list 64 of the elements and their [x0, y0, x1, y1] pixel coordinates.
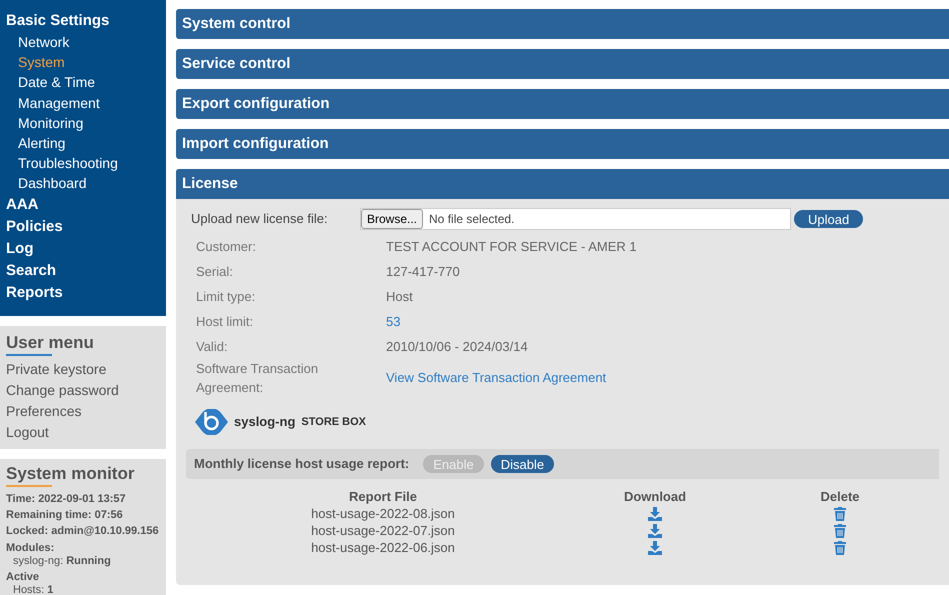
field-value: 127-417-770	[386, 262, 460, 281]
download-icon[interactable]	[648, 540, 662, 554]
table-cell-text: host-usage-2022-06.json	[310, 539, 456, 556]
file-status: No file selected.	[429, 211, 514, 228]
column-header: Delete	[819, 488, 861, 505]
nav-item[interactable]: Dashboard	[6, 173, 160, 194]
nav-group[interactable]: Log	[6, 238, 160, 260]
section-header[interactable]: Import configuration	[176, 129, 949, 159]
nav-group[interactable]: Policies	[6, 216, 160, 238]
monitor-line: Remaining time: 07:56	[6, 508, 123, 523]
logo-text: syslog-ng	[234, 413, 296, 432]
user-menu-item[interactable]: Change password	[6, 380, 119, 401]
user-menu-item[interactable]: Private keystore	[6, 358, 106, 380]
field-label: Software Transaction Agreement:	[196, 360, 320, 397]
logo-text: STORE BOX	[301, 414, 366, 430]
monitor-heading: Modules:	[6, 542, 54, 555]
browse-button[interactable]: Browse...	[361, 209, 424, 229]
logo-icon	[195, 409, 228, 435]
table-cell-text: host-usage-2022-08.json	[310, 505, 456, 522]
nav-item[interactable]: Troubleshooting	[6, 153, 160, 174]
trash-icon[interactable]	[834, 506, 846, 520]
monitor-line: Time: 2022-09-01 13:57	[6, 492, 126, 507]
toggle-button[interactable]: Disable	[490, 455, 554, 473]
nav-item[interactable]: Alerting	[6, 133, 160, 154]
nav-group[interactable]: Reports	[6, 282, 160, 304]
column-header: Report File	[348, 488, 418, 505]
field-value: Host	[386, 288, 413, 306]
field-label: Host limit:	[196, 313, 254, 331]
nav-group[interactable]: Search	[6, 260, 160, 282]
section-header[interactable]: System control	[176, 9, 949, 39]
nav-item[interactable]: System	[6, 52, 160, 72]
upload-button[interactable]: Upload	[794, 210, 864, 228]
section-header[interactable]: License	[176, 169, 949, 199]
monitor-line: Locked: admin@10.10.99.156	[6, 524, 159, 539]
trash-icon[interactable]	[834, 524, 846, 538]
user-menu-item[interactable]: Logout	[6, 422, 49, 443]
nav-item[interactable]: Date & Time	[6, 72, 160, 93]
table-cell-text: host-usage-2022-07.json	[310, 522, 456, 539]
monitor-heading: Active	[6, 570, 40, 584]
file-input[interactable]: Browse... No file selected.	[360, 208, 791, 230]
column-header: Download	[622, 488, 688, 505]
nav-group[interactable]: AAA	[6, 194, 160, 216]
panel-title: System monitor	[6, 462, 134, 485]
field-label: Customer:	[196, 238, 257, 256]
monitor-line: syslog-ng: Running	[12, 554, 111, 568]
section-header[interactable]: Service control	[176, 49, 949, 79]
field-value: 2010/10/06 - 2024/03/14	[386, 338, 528, 356]
user-menu-item[interactable]: Preferences	[6, 400, 82, 422]
monitor-line: Hosts: 1	[12, 584, 54, 595]
upload-label: Upload new license file:	[191, 210, 329, 228]
report-label: Monthly license host usage report:	[194, 455, 410, 474]
field-label: Valid:	[196, 338, 229, 356]
nav-group[interactable]: Basic Settings	[6, 10, 160, 32]
field-value: TEST ACCOUNT FOR SERVICE - AMER 1	[386, 238, 637, 256]
field-label: Limit type:	[196, 288, 256, 306]
download-icon[interactable]	[648, 524, 662, 538]
nav-item[interactable]: Monitoring	[6, 112, 160, 134]
download-icon[interactable]	[648, 506, 662, 520]
trash-icon[interactable]	[834, 540, 846, 554]
section-header[interactable]: Export configuration	[176, 89, 949, 119]
nav-item[interactable]: Management	[6, 92, 160, 113]
panel-title: User menu	[6, 332, 94, 354]
field-label: Serial:	[196, 263, 234, 281]
nav-item[interactable]: Network	[6, 32, 160, 52]
